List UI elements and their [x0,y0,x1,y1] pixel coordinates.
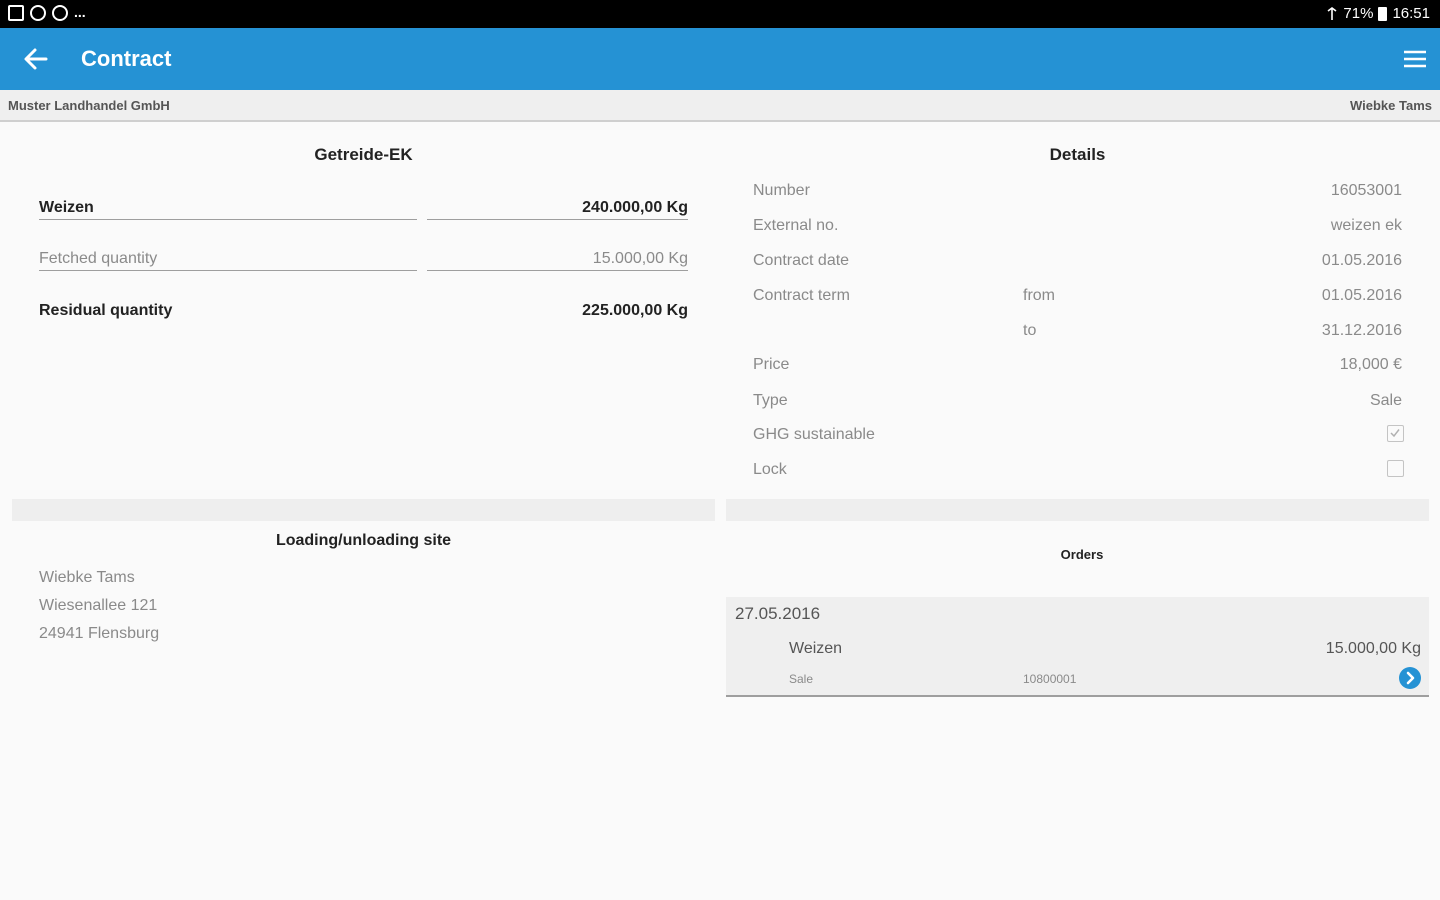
signal-icon [1327,6,1337,20]
company-name: Muster Landhandel GmbH [8,98,170,113]
order-number: 10800001 [1023,672,1077,686]
external-no-value: weizen ek [1330,217,1402,234]
ghg-sustainable-label: GHG sustainable [753,426,875,443]
order-product: Weizen [789,640,843,657]
order-type: Sale [789,672,814,686]
app-notification-icon [30,5,46,21]
type-value: Sale [1369,392,1402,409]
order-quantity: 15.000,00 Kg [1325,640,1421,657]
price-value: 18,000 € [1339,356,1402,373]
arrow-back-icon [24,48,48,70]
fetched-quantity-label: Fetched quantity [39,250,417,271]
lock-label: Lock [753,461,787,478]
number-value: 16053001 [1330,182,1402,199]
user-name: Wiebke Tams [1349,98,1432,113]
fetched-quantity-value: 15.000,00 Kg [427,250,688,271]
app-notification-icon-2 [52,5,68,21]
clock: 16:51 [1392,5,1430,22]
page-title: Contract [81,46,172,71]
term-to-value: 31.12.2016 [1321,322,1402,339]
contract-summary-title: Getreide-EK [314,145,413,164]
site-name: Wiebke Tams [39,569,135,586]
site-title: Loading/unloading site [275,532,452,549]
residual-quantity-label: Residual quantity [39,302,173,319]
battery-icon [1378,6,1388,21]
order-item[interactable]: 27.05.2016 Weizen 15.000,00 Kg Sale 1080… [726,597,1429,697]
external-no-label: External no. [753,217,839,234]
lock-checkbox[interactable] [1387,460,1404,477]
type-label: Type [753,392,788,409]
checkmark-icon [1390,429,1400,438]
battery-percent: 71% [1343,5,1374,22]
contract-date-value: 01.05.2016 [1321,252,1402,269]
section-divider-left [12,499,715,521]
details-title: Details [1049,145,1106,164]
image-notification-icon [8,5,24,21]
number-label: Number [753,182,810,199]
site-city: 24941 Flensburg [39,625,160,642]
open-order-button[interactable] [1399,667,1421,689]
contract-date-label: Contract date [753,252,850,269]
system-indicators: 71% 16:51 [1326,5,1430,22]
residual-quantity-value: 225.000,00 Kg [582,302,688,319]
hamburger-menu-icon [1404,50,1426,68]
chevron-right-icon [1406,671,1415,685]
product-label: Weizen [39,199,417,220]
product-quantity: 240.000,00 Kg [427,199,688,220]
status-bar: ... 71% 16:51 [0,0,1440,28]
order-date: 27.05.2016 [735,604,821,623]
term-from-label: from [1023,287,1055,304]
menu-button[interactable] [1400,45,1430,73]
term-from-value: 01.05.2016 [1321,287,1402,304]
section-divider-right [726,499,1429,521]
notification-icons: ... [8,4,86,21]
more-notifications-indicator: ... [74,4,86,20]
context-header: Muster Landhandel GmbH Wiebke Tams [0,90,1440,122]
price-label: Price [753,356,790,373]
orders-title: Orders [1060,547,1104,562]
back-button[interactable] [18,41,54,77]
ghg-sustainable-checkbox[interactable] [1387,425,1404,442]
contract-term-label: Contract term [753,287,850,304]
term-to-label: to [1023,322,1037,339]
app-bar: Contract [0,28,1440,90]
site-street: Wiesenallee 121 [39,597,158,614]
